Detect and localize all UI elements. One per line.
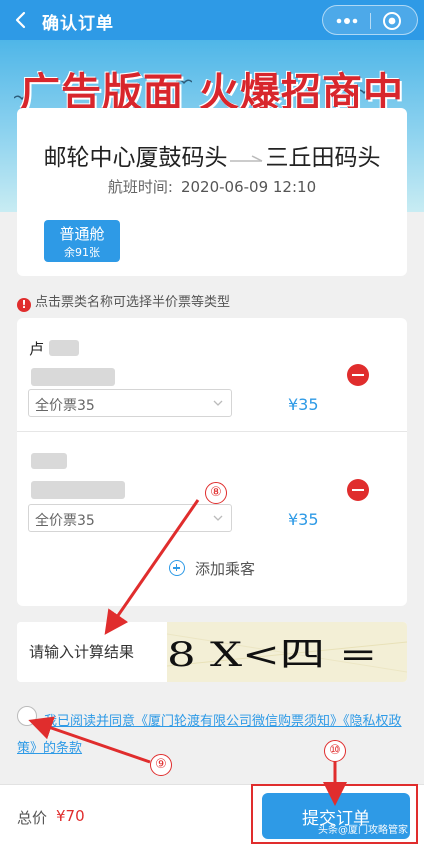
redacted-name (49, 340, 79, 356)
captcha-row: 8 X<四 = (17, 622, 407, 682)
mini-program-capsule (322, 5, 418, 35)
remove-passenger-icon[interactable] (347, 479, 369, 501)
ticket-type-select[interactable]: 全价票35 (28, 504, 232, 532)
passenger-list: 卢 全价票35 ¥35 全价票35 ¥35 添加乘客 (17, 318, 407, 606)
plus-circle-icon (168, 560, 185, 576)
departure-port: 邮轮中心厦鼓码头 (43, 145, 228, 171)
nav-bar: 确认订单 (0, 0, 424, 40)
alert-icon: ! (17, 298, 31, 312)
captcha-input[interactable] (17, 622, 167, 682)
passenger-price: ¥35 (288, 395, 319, 414)
submit-highlight-box (251, 784, 418, 844)
step-9-badge: ⑨ (150, 754, 172, 776)
terms-link[interactable]: 《厦门轮渡有限公司微信购票须知》 (135, 714, 343, 729)
ticket-type-select[interactable]: 全价票35 (28, 389, 232, 417)
schedule: 航班时间: 2020-06-09 12:10 (17, 176, 407, 197)
ticket-type-value: 全价票35 (35, 513, 95, 529)
cabin-remaining: 余91张 (64, 246, 100, 259)
page-title: 确认订单 (42, 14, 114, 34)
route: 邮轮中心厦鼓码头 三丘田码头 (17, 138, 407, 172)
trip-card: 邮轮中心厦鼓码头 三丘田码头 航班时间: 2020-06-09 12:10 普通舱 … (17, 108, 407, 276)
chevron-down-icon (213, 400, 223, 406)
step-10-badge: ⑩ (324, 740, 346, 762)
target-circle-icon[interactable] (381, 11, 403, 31)
step-8-badge: ⑧ (205, 482, 227, 504)
redacted-name (31, 453, 67, 469)
notice-text: 点击票类名称可选择半价票等类型 (35, 295, 231, 310)
total-price: ¥70 (56, 807, 85, 825)
ticket-type-notice: ! 点击票类名称可选择半价票等类型 (17, 291, 230, 312)
passenger-item: 卢 全价票35 ¥35 (17, 318, 407, 432)
add-passenger-label: 添加乘客 (194, 560, 255, 578)
agreement-text: 我已阅读并同意《厦门轮渡有限公司微信购票须知》《隐私权政策》的条款 (17, 708, 409, 762)
cabin-class-button[interactable]: 普通舱 余91张 (44, 220, 120, 262)
passenger-price: ¥35 (288, 510, 319, 529)
redacted-id (31, 368, 115, 386)
cabin-name: 普通舱 (59, 225, 105, 243)
captcha-image[interactable]: 8 X<四 = (167, 622, 407, 682)
ticket-type-value: 全价票35 (35, 398, 95, 414)
add-passenger-button[interactable]: 添加乘客 (17, 558, 407, 579)
captcha-expression: 8 X<四 = (167, 635, 377, 675)
chevron-down-icon (213, 515, 223, 521)
route-arrow-icon (229, 154, 262, 162)
schedule-label: 航班时间: (107, 178, 173, 196)
capsule-divider (370, 13, 371, 29)
arrival-port: 三丘田码头 (265, 145, 381, 171)
redacted-id (31, 481, 125, 499)
agreement-suffix: 的条款 (43, 741, 83, 756)
more-dots-icon[interactable] (334, 12, 360, 30)
schedule-value: 2020-06-09 12:10 (180, 178, 317, 196)
agreement-prefix: 我已阅读并同意 (44, 714, 136, 729)
total-label: 总价 (17, 809, 48, 827)
remove-passenger-icon[interactable] (347, 364, 369, 386)
passenger-name: 卢 (29, 340, 45, 358)
back-chevron-icon[interactable] (12, 11, 30, 29)
